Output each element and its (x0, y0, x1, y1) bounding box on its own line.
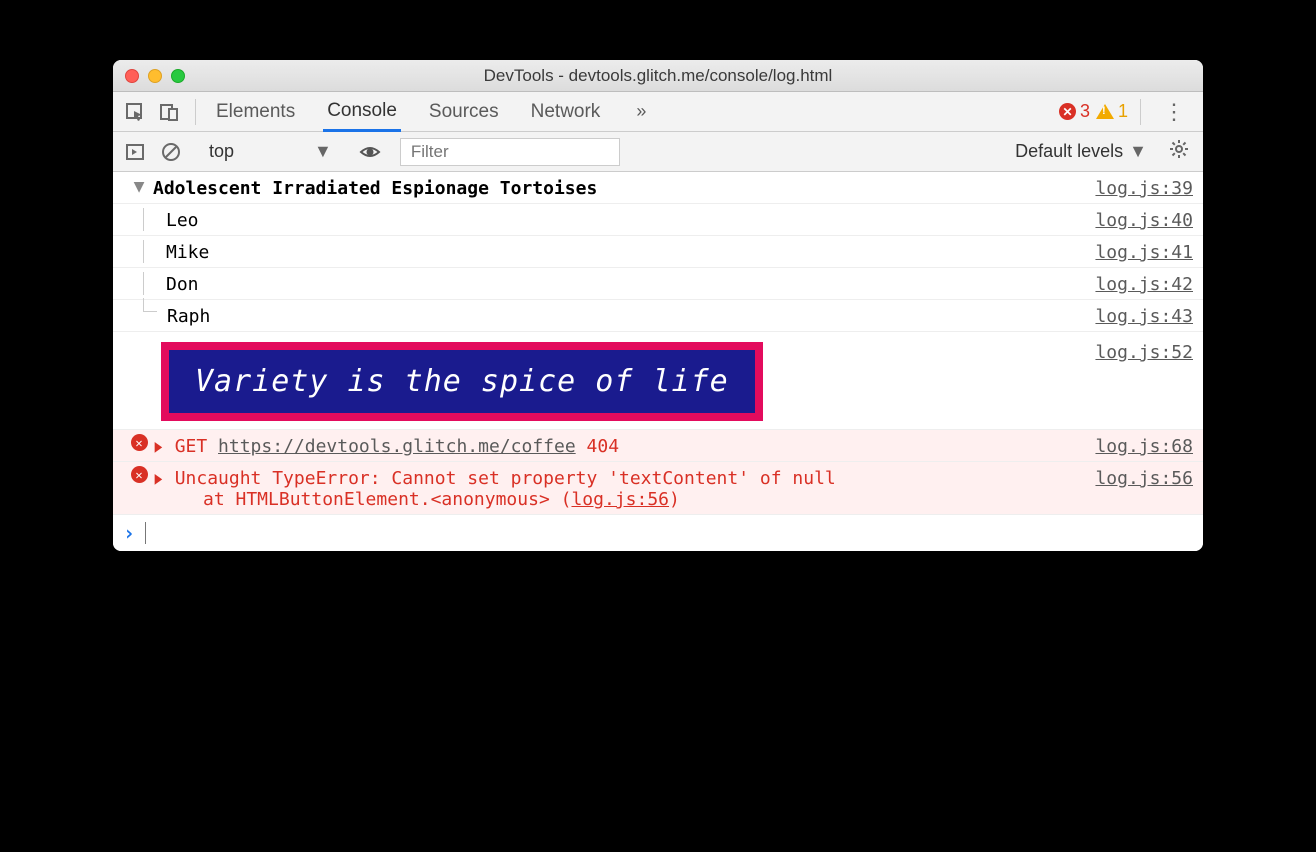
source-link[interactable]: log.js:39 (1095, 176, 1193, 199)
error-message: ▶ GET https://devtools.glitch.me/coffee … (153, 434, 1095, 457)
error-icon: ✕ (131, 434, 148, 451)
source-link[interactable]: log.js:43 (1095, 304, 1193, 327)
tab-elements[interactable]: Elements (212, 93, 299, 130)
expand-icon[interactable]: ▶ (155, 468, 163, 489)
source-link[interactable]: log.js:42 (1095, 272, 1193, 295)
stack-frame-prefix: at HTMLButtonElement.<anonymous> ( (203, 489, 571, 510)
chevron-down-icon: ▼ (1129, 141, 1147, 162)
warning-count-badge[interactable]: 1 (1096, 101, 1128, 122)
tree-line (143, 240, 144, 263)
log-message: Mike (158, 240, 1095, 263)
clear-console-icon[interactable] (157, 138, 185, 166)
window-title: DevTools - devtools.glitch.me/console/lo… (113, 66, 1203, 86)
source-link[interactable]: log.js:41 (1095, 240, 1193, 263)
issue-badges[interactable]: ✕ 3 1 (1059, 101, 1128, 122)
stack-frame-link[interactable]: log.js:56 (571, 489, 669, 510)
request-url[interactable]: https://devtools.glitch.me/coffee (218, 436, 576, 457)
source-link[interactable]: log.js:40 (1095, 208, 1193, 231)
console-log-row: Leo log.js:40 (113, 204, 1203, 236)
console-input[interactable] (145, 522, 1193, 544)
source-link[interactable]: log.js:52 (1095, 340, 1193, 363)
console-log-row: Mike log.js:41 (113, 236, 1203, 268)
error-count: 3 (1080, 101, 1090, 122)
error-message: ▶ Uncaught TypeError: Cannot set propert… (153, 466, 1095, 510)
toolbar-divider (1140, 99, 1141, 125)
tab-network[interactable]: Network (527, 93, 605, 130)
main-toolbar: Elements Console Sources Network » ✕ 3 1… (113, 92, 1203, 132)
error-icon: ✕ (1059, 103, 1076, 120)
context-value: top (209, 141, 234, 162)
error-text: Uncaught TypeError: Cannot set property … (175, 468, 836, 489)
settings-menu-button[interactable]: ⋮ (1153, 99, 1195, 125)
console-output: ▼ Adolescent Irradiated Espionage Tortoi… (113, 172, 1203, 551)
expand-icon[interactable]: ▶ (155, 436, 163, 457)
chevron-down-icon: ▼ (314, 141, 332, 162)
prompt-icon: › (123, 521, 135, 545)
log-message: Don (158, 272, 1095, 295)
console-toolbar: top ▼ Default levels ▼ (113, 132, 1203, 172)
levels-label: Default levels (1015, 141, 1123, 162)
console-log-row: Raph log.js:43 (113, 300, 1203, 332)
toolbar-divider (195, 99, 196, 125)
device-toggle-icon[interactable] (155, 98, 183, 126)
error-count-badge[interactable]: ✕ 3 (1059, 101, 1090, 122)
tree-line (143, 272, 144, 295)
panel-tabs: Elements Console Sources Network » (212, 92, 654, 132)
tab-sources[interactable]: Sources (425, 93, 503, 130)
devtools-window: DevTools - devtools.glitch.me/console/lo… (113, 60, 1203, 551)
context-selector[interactable]: top ▼ (201, 139, 340, 164)
tree-line (143, 208, 144, 231)
source-link[interactable]: log.js:56 (1095, 466, 1193, 489)
console-settings-icon[interactable] (1163, 139, 1195, 165)
expand-icon[interactable]: ▼ (134, 176, 145, 197)
http-status: 404 (587, 436, 620, 457)
tab-console[interactable]: Console (323, 92, 401, 132)
group-title: Adolescent Irradiated Espionage Tortoise… (153, 176, 1095, 199)
stack-frame-suffix: ) (669, 489, 680, 510)
console-network-error-row: ✕ ▶ GET https://devtools.glitch.me/coffe… (113, 430, 1203, 462)
console-styled-row: Variety is the spice of life log.js:52 (113, 332, 1203, 430)
live-expression-icon[interactable] (356, 138, 384, 166)
toggle-sidebar-icon[interactable] (121, 138, 149, 166)
log-message: Leo (158, 208, 1095, 231)
console-prompt[interactable]: › (113, 515, 1203, 551)
log-levels-selector[interactable]: Default levels ▼ (1015, 141, 1147, 162)
styled-log-message: Variety is the spice of life (161, 342, 763, 421)
http-method: GET (175, 436, 208, 457)
console-log-row: Don log.js:42 (113, 268, 1203, 300)
inspect-icon[interactable] (121, 98, 149, 126)
more-tabs-button[interactable]: » (628, 101, 654, 122)
log-message: Raph (167, 304, 1095, 327)
warning-count: 1 (1118, 101, 1128, 122)
source-link[interactable]: log.js:68 (1095, 434, 1193, 457)
filter-input[interactable] (400, 138, 620, 166)
tree-line-end (143, 298, 157, 312)
error-icon: ✕ (131, 466, 148, 483)
console-js-error-row: ✕ ▶ Uncaught TypeError: Cannot set prope… (113, 462, 1203, 515)
titlebar: DevTools - devtools.glitch.me/console/lo… (113, 60, 1203, 92)
warning-icon (1096, 104, 1114, 119)
console-group-header[interactable]: ▼ Adolescent Irradiated Espionage Tortoi… (113, 172, 1203, 204)
